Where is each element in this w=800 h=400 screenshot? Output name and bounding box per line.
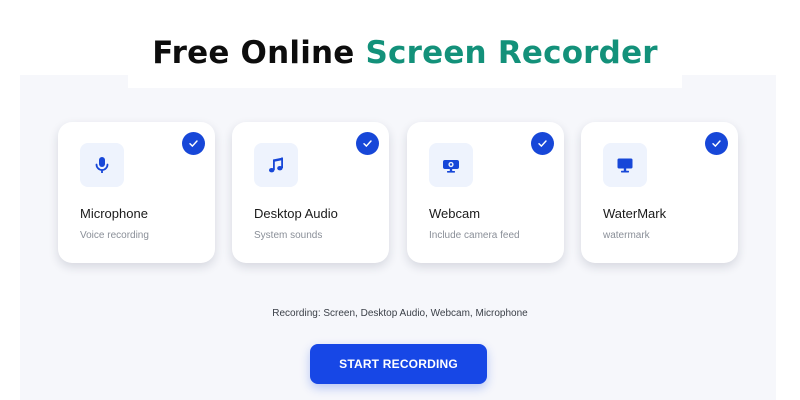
option-card-webcam[interactable]: Webcam Include camera feed [407,122,564,263]
option-description: Include camera feed [429,230,520,241]
title-part-2: Screen Recorder [365,35,658,71]
option-card-watermark[interactable]: WaterMark watermark [581,122,738,263]
webcam-icon [443,160,459,173]
monitor-icon [617,158,633,173]
option-label: WaterMark [603,206,667,221]
title-part-1: Free Online [152,35,355,71]
page-title: Free Online Screen Recorder [152,35,658,71]
checkmark-icon[interactable] [182,132,205,155]
microphone-icon [95,157,109,173]
option-description: watermark [603,230,650,241]
checkmark-icon[interactable] [531,132,554,155]
option-card-desktop-audio[interactable]: Desktop Audio System sounds [232,122,389,263]
icon-tile [603,143,647,187]
option-description: System sounds [254,230,323,241]
icon-tile [254,143,298,187]
icon-tile [80,143,124,187]
music-note-icon [269,157,283,173]
option-label: Webcam [429,206,481,221]
recording-status: Recording: Screen, Desktop Audio, Webcam… [272,308,528,319]
option-description: Voice recording [80,230,149,241]
header: Free Online Screen Recorder [128,18,682,88]
option-label: Microphone [80,206,148,221]
icon-tile [429,143,473,187]
checkmark-icon[interactable] [705,132,728,155]
checkmark-icon[interactable] [356,132,379,155]
start-recording-button[interactable]: START RECORDING [310,344,487,384]
page: Free Online Screen Recorder Microphone V… [0,0,800,400]
option-card-microphone[interactable]: Microphone Voice recording [58,122,215,263]
option-label: Desktop Audio [254,206,338,221]
